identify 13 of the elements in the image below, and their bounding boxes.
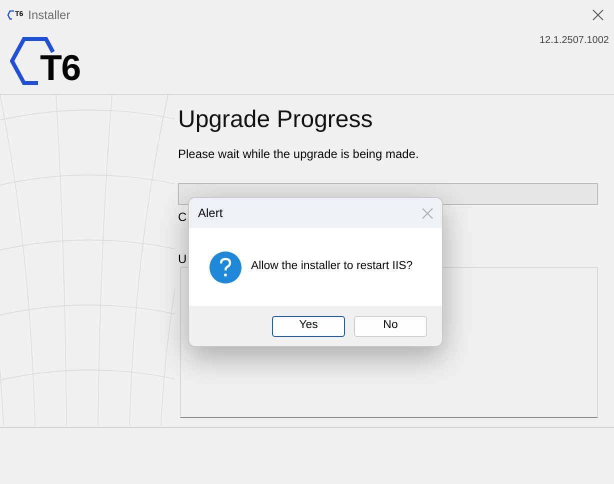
log-label: U bbox=[178, 251, 187, 268]
window-title: Installer bbox=[28, 7, 70, 24]
page-subtitle: Please wait while the upgrade is being made. bbox=[178, 146, 420, 163]
close-icon[interactable] bbox=[592, 9, 604, 21]
question-icon bbox=[209, 250, 242, 284]
status-label: C bbox=[178, 209, 187, 226]
dialog-button[interactable]: No bbox=[354, 316, 427, 336]
dialog-message: Allow the installer to restart IIS? bbox=[251, 259, 413, 274]
version-label: 12.1.2507.1002 bbox=[539, 34, 609, 48]
logo: T6 bbox=[10, 36, 100, 96]
dialog-button[interactable]: Yes bbox=[272, 316, 345, 336]
page-title: Upgrade Progress bbox=[178, 105, 374, 135]
dialog-title: Alert bbox=[198, 205, 223, 222]
